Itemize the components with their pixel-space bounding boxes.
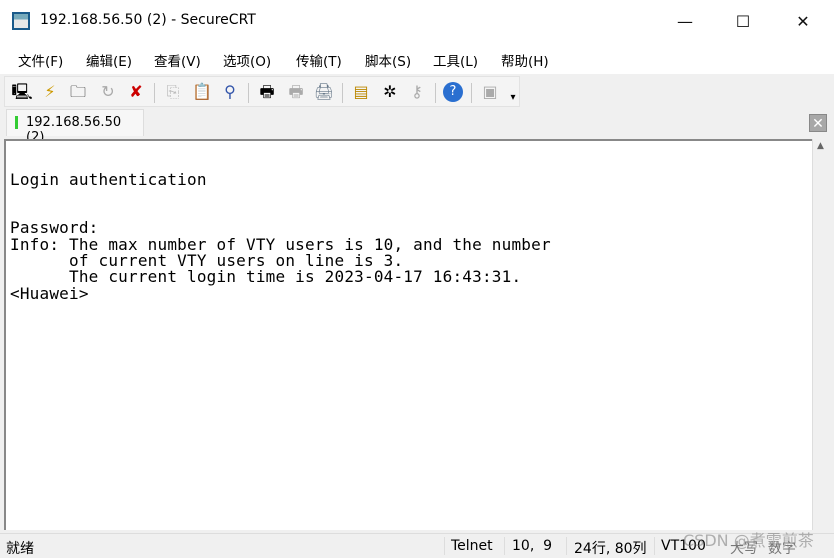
disconnect-icon[interactable]: ✘ — [125, 81, 147, 103]
quick-connect-icon[interactable]: ⚡ — [39, 81, 61, 103]
status-divider — [654, 537, 655, 555]
help-icon[interactable]: ? — [443, 82, 463, 102]
securecrt-app-icon — [12, 12, 30, 30]
status-terminal-size: 24行, 80列 — [574, 541, 647, 557]
status-ready: 就绪 — [6, 541, 34, 557]
terminal-output: Login authentication Password: Info: The m… — [10, 141, 551, 303]
toolbar-overflow-icon[interactable]: ▾ — [507, 87, 519, 109]
menu-tools[interactable]: 工具(L) — [433, 50, 478, 70]
toolbar-separator — [435, 83, 436, 103]
status-divider — [444, 537, 445, 555]
terminal-line: Login authentication — [10, 169, 207, 189]
menu-transfer[interactable]: 传输(T) — [296, 50, 342, 70]
minimize-button[interactable]: — — [656, 0, 714, 42]
copy-icon[interactable]: ⎘ — [162, 81, 184, 103]
menu-help[interactable]: 帮助(H) — [501, 50, 549, 70]
scroll-up-icon[interactable]: ▲ — [817, 141, 824, 151]
close-button[interactable]: ✕ — [774, 0, 832, 42]
terminal-screen[interactable]: Login authentication Password: Info: The m… — [4, 139, 812, 530]
toolbar-separator — [248, 83, 249, 103]
terminal-scrollbar[interactable]: ▲ — [812, 139, 830, 530]
menu-bar: 文件(F) 编辑(E) 查看(V) 选项(O) 传输(T) 脚本(S) 工具(L… — [0, 42, 834, 74]
menu-file[interactable]: 文件(F) — [18, 50, 63, 70]
close-tab-button[interactable]: ✕ — [809, 114, 827, 132]
window-title: 192.168.56.50 (2) - SecureCRT — [40, 12, 256, 28]
toolbar: 🖳 ⚡ 🗀 ↻ ✘ ⎘ 📋 ⚲ 🖶 🖶 🖨 ▤ ✲ ⚷ ? ▣ ▾ — [4, 76, 520, 107]
find-icon[interactable]: ⚲ — [219, 81, 241, 103]
menu-view[interactable]: 查看(V) — [154, 50, 201, 70]
watermark: CSDN @煮雪煎茶 — [683, 531, 814, 550]
print-screen-icon[interactable]: 🖶 — [256, 81, 278, 103]
printer-icon[interactable]: 🖨 — [313, 81, 335, 103]
session-tab-bar: 192.168.56.50 (2) — [0, 108, 834, 145]
lock-icon[interactable]: ▣ — [479, 81, 501, 103]
paste-icon[interactable]: 📋 — [191, 81, 213, 103]
keymap-icon[interactable]: ✲ — [379, 81, 401, 103]
toolbar-separator — [342, 83, 343, 103]
reconnect-icon[interactable]: ↻ — [97, 81, 119, 103]
menu-options[interactable]: 选项(O) — [223, 50, 271, 70]
connect-tab-icon[interactable]: 🗀 — [67, 81, 89, 103]
session-options-icon[interactable]: ▤ — [350, 81, 372, 103]
toolbar-separator — [471, 83, 472, 103]
print-selection-icon[interactable]: 🖶 — [285, 81, 307, 103]
toolbar-separator — [154, 83, 155, 103]
menu-edit[interactable]: 编辑(E) — [86, 50, 132, 70]
menu-script[interactable]: 脚本(S) — [365, 50, 411, 70]
status-divider — [504, 537, 505, 555]
maximize-button[interactable]: ☐ — [714, 0, 772, 42]
terminal-line: The current login time is 2023-04-17 16:… — [10, 267, 522, 287]
status-protocol: Telnet — [451, 538, 493, 554]
session-tab[interactable]: 192.168.56.50 (2) — [6, 109, 144, 145]
status-cursor-position: 10, 9 — [512, 538, 553, 554]
status-divider — [566, 537, 567, 555]
key-icon[interactable]: ⚷ — [406, 81, 428, 103]
connection-status-indicator — [15, 116, 18, 129]
title-bar: 192.168.56.50 (2) - SecureCRT — ☐ ✕ — [0, 0, 834, 42]
terminal-line: <Huawei> — [10, 283, 89, 303]
connect-icon[interactable]: 🖳 — [11, 81, 33, 103]
